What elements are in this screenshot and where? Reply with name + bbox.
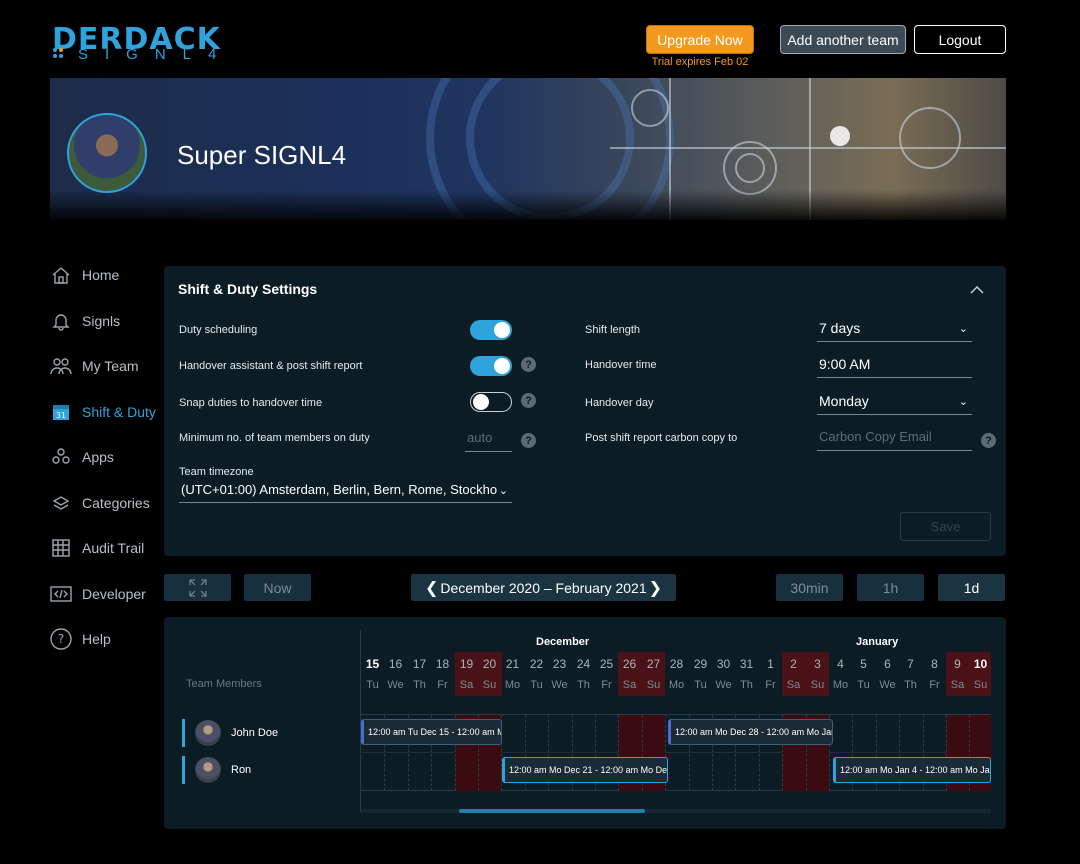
day-number: 16: [388, 657, 403, 671]
avatar: [195, 720, 221, 746]
duty-shift-bar[interactable]: 12:00 am Mo Dec 28 - 12:00 am Mo Jan 4: [668, 719, 833, 745]
day-name: Th: [740, 679, 753, 691]
day-name: Sa: [786, 679, 801, 691]
day-number: 27: [646, 657, 661, 671]
day-name: Fr: [601, 679, 612, 691]
day-name: Tu: [530, 679, 543, 691]
day-number: 21: [505, 657, 520, 671]
day-name: Sa: [459, 679, 474, 691]
member-name: John Doe: [231, 727, 279, 739]
day-number: 19: [459, 657, 474, 671]
day-name: Th: [904, 679, 917, 691]
day-number: 1: [767, 657, 774, 671]
day-number: 2: [790, 657, 797, 671]
day-name: We: [387, 679, 404, 691]
day-name: Mo: [504, 679, 521, 691]
day-number: 23: [552, 657, 567, 671]
day-number: 30: [716, 657, 731, 671]
day-name: Fr: [437, 679, 448, 691]
day-number: 5: [860, 657, 867, 671]
day-name: Mo: [668, 679, 685, 691]
duty-shift-bar[interactable]: 12:00 am Mo Jan 4 - 12:00 am Mo Jan 11: [833, 757, 991, 783]
day-number: 29: [693, 657, 708, 671]
day-number: 24: [576, 657, 591, 671]
day-name: Su: [646, 679, 661, 691]
day-number: 26: [622, 657, 637, 671]
day-name: Sa: [950, 679, 965, 691]
day-name: Sa: [622, 679, 637, 691]
avatar: [195, 757, 221, 783]
day-name: Fr: [765, 679, 776, 691]
day-name: We: [715, 679, 732, 691]
day-number: 28: [669, 657, 684, 671]
day-number: 18: [435, 657, 450, 671]
day-number: 22: [529, 657, 544, 671]
day-name: We: [551, 679, 568, 691]
day-number: 31: [739, 657, 754, 671]
day-number: 10: [973, 657, 988, 671]
day-name: Mo: [832, 679, 849, 691]
day-number: 25: [599, 657, 614, 671]
member-indicator: [182, 719, 185, 747]
day-number: 9: [954, 657, 961, 671]
member-indicator: [182, 756, 185, 784]
day-name: Tu: [857, 679, 870, 691]
timeline-scrollbar-thumb[interactable]: [459, 809, 645, 813]
member-john-doe[interactable]: John Doe: [182, 719, 278, 747]
day-name: Th: [577, 679, 590, 691]
day-number: 20: [482, 657, 497, 671]
duty-shift-bar[interactable]: 12:00 am Mo Dec 21 - 12:00 am Mo Dec 28: [502, 757, 668, 783]
duty-shift-bar[interactable]: 12:00 am Tu Dec 15 - 12:00 am Mo Dec 21: [361, 719, 502, 745]
day-name: Tu: [366, 679, 379, 691]
day-name: Su: [973, 679, 988, 691]
day-name: We: [879, 679, 896, 691]
day-name: Th: [413, 679, 426, 691]
day-number: 4: [837, 657, 844, 671]
member-name: Ron: [231, 764, 252, 776]
day-name: Su: [482, 679, 497, 691]
day-name: Tu: [694, 679, 707, 691]
timeline-scrollbar[interactable]: [361, 809, 991, 813]
day-number: 8: [931, 657, 938, 671]
day-name: Su: [810, 679, 825, 691]
day-number: 17: [412, 657, 427, 671]
day-number: 7: [907, 657, 914, 671]
day-number: 6: [884, 657, 891, 671]
member-ron[interactable]: Ron: [182, 756, 251, 784]
day-number: 3: [814, 657, 821, 671]
day-number: 15: [365, 657, 380, 671]
day-name: Fr: [929, 679, 940, 691]
